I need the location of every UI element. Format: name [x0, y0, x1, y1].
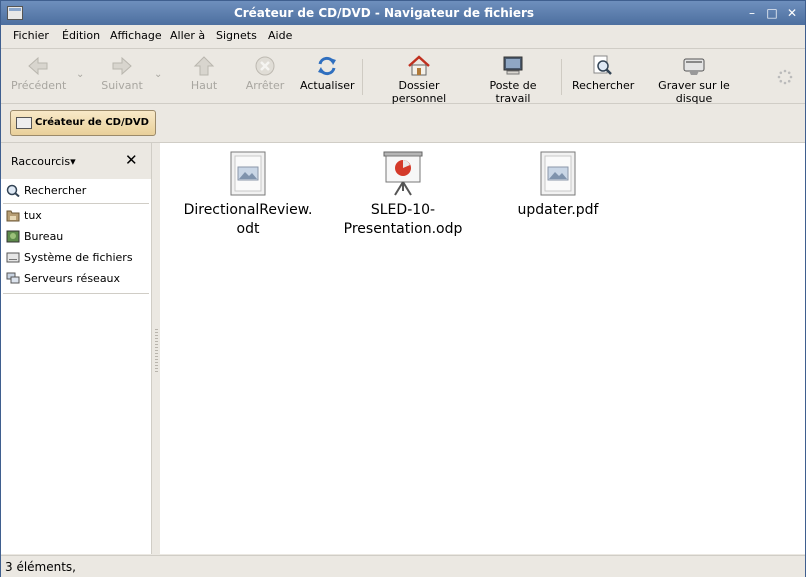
- sidebar-item-label: Système de fichiers: [24, 251, 133, 264]
- sidebar-divider: [3, 293, 149, 294]
- toolbar: Précédent ⌄ Suivant ⌄ Haut Arrêter Actua…: [1, 49, 805, 105]
- search-icon: [591, 55, 615, 77]
- home-folder-icon: [6, 209, 20, 222]
- menu-signets[interactable]: Signets: [216, 29, 257, 42]
- sidebar-item-label: tux: [24, 209, 42, 222]
- home-button[interactable]: Dossier personnel: [373, 55, 465, 105]
- search-button[interactable]: Rechercher: [572, 55, 634, 92]
- document-icon: [228, 151, 268, 197]
- menu-edition[interactable]: Édition: [62, 29, 100, 42]
- home-icon: [407, 55, 431, 77]
- back-arrow-icon: [26, 55, 50, 77]
- side-pane-selector[interactable]: Raccourcis▾: [11, 155, 76, 168]
- cd-burner-icon: [16, 117, 32, 129]
- file-browser-window: Créateur de CD/DVD - Navigateur de fichi…: [0, 0, 806, 577]
- stop-label: Arrêter: [245, 79, 285, 92]
- search-icon: [6, 184, 20, 198]
- computer-icon: [501, 55, 525, 77]
- up-label: Haut: [190, 79, 218, 92]
- close-window-button[interactable]: ✕: [785, 6, 799, 20]
- menu-bar: Fichier Édition Affichage Aller à Signet…: [1, 25, 805, 49]
- status-bar: 3 éléments,: [1, 555, 805, 577]
- sidebar-item-tux[interactable]: tux: [5, 206, 151, 226]
- sidebar-item-label: Rechercher: [24, 184, 87, 197]
- menu-aller-a[interactable]: Aller à: [170, 29, 205, 42]
- location-button-label: Créateur de CD/DVD: [35, 117, 149, 128]
- forward-history-chevron-icon[interactable]: ⌄: [154, 69, 162, 80]
- document-icon: [538, 151, 578, 197]
- burn-disc-button[interactable]: Graver sur le disque: [642, 55, 746, 105]
- status-text: 3 éléments,: [5, 560, 76, 574]
- menu-fichier[interactable]: Fichier: [13, 29, 49, 42]
- sidebar-item-network[interactable]: Serveurs réseaux: [5, 269, 151, 289]
- menu-affichage[interactable]: Affichage: [110, 29, 162, 42]
- stop-icon: [253, 55, 277, 77]
- computer-label: Poste de travail: [489, 79, 537, 105]
- toolbar-separator-2: [561, 59, 562, 95]
- file-item-sled-presentation[interactable]: SLED-10- Presentation.odp: [328, 151, 478, 239]
- back-label: Précédent: [11, 79, 67, 92]
- forward-arrow-icon: [110, 55, 134, 77]
- computer-button[interactable]: Poste de travail: [473, 55, 553, 105]
- sidebar-item-search[interactable]: Rechercher: [5, 181, 151, 201]
- burn-disc-icon: [682, 55, 706, 77]
- reload-icon: [315, 55, 339, 77]
- file-name-line: SLED-10-: [370, 202, 436, 218]
- desktop-icon: [6, 230, 20, 243]
- sidebar-item-label: Bureau: [24, 230, 64, 243]
- title-bar[interactable]: Créateur de CD/DVD - Navigateur de fichi…: [1, 1, 805, 25]
- sidebar-item-filesystem[interactable]: Système de fichiers: [5, 248, 151, 268]
- dropdown-arrow-icon: ▾: [70, 155, 76, 168]
- throbber-icon: [777, 69, 793, 85]
- file-item-directionalreview[interactable]: DirectionalReview. odt: [173, 151, 323, 239]
- forward-button[interactable]: Suivant: [99, 55, 145, 92]
- sidebar-divider: [3, 203, 149, 204]
- drive-icon: [6, 251, 20, 264]
- back-history-chevron-icon[interactable]: ⌄: [76, 69, 84, 80]
- reload-label: Actualiser: [300, 79, 355, 92]
- menu-aide[interactable]: Aide: [268, 29, 292, 42]
- burn-disc-label: Graver sur le disque: [658, 79, 730, 105]
- home-label: Dossier personnel: [391, 79, 447, 105]
- file-item-updater-pdf[interactable]: updater.pdf: [483, 151, 633, 220]
- back-button[interactable]: Précédent: [11, 55, 67, 92]
- location-bar: Créateur de CD/DVD: [1, 104, 805, 143]
- file-name-line: odt: [236, 221, 260, 237]
- sidebar-item-label: Serveurs réseaux: [24, 272, 121, 285]
- close-side-pane-icon[interactable]: ✕: [125, 151, 138, 169]
- maximize-button[interactable]: □: [765, 6, 779, 20]
- side-pane-selector-label: Raccourcis: [11, 155, 71, 168]
- up-button[interactable]: Haut: [185, 55, 223, 92]
- file-name-line: updater.pdf: [517, 202, 599, 218]
- file-name-line: Presentation.odp: [343, 221, 463, 237]
- pane-resize-handle[interactable]: [155, 329, 158, 373]
- search-label: Rechercher: [572, 79, 635, 92]
- file-name-line: DirectionalReview.: [183, 202, 313, 218]
- toolbar-separator: [362, 59, 363, 95]
- minimize-button[interactable]: –: [745, 6, 759, 20]
- side-pane: Raccourcis▾ ✕ Rechercher tux Bureau Syst…: [1, 143, 152, 554]
- reload-button[interactable]: Actualiser: [300, 55, 355, 92]
- side-pane-header: Raccourcis▾ ✕: [1, 143, 151, 179]
- presentation-icon: [383, 151, 423, 197]
- window-title: Créateur de CD/DVD - Navigateur de fichi…: [233, 6, 535, 20]
- up-arrow-icon: [192, 55, 216, 77]
- network-icon: [6, 272, 20, 285]
- forward-label: Suivant: [101, 79, 143, 92]
- icon-view[interactable]: DirectionalReview. odt SLED-10- Presenta…: [160, 143, 805, 554]
- sidebar-item-bureau[interactable]: Bureau: [5, 227, 151, 247]
- stop-button[interactable]: Arrêter: [244, 55, 286, 92]
- location-button-cd-creator[interactable]: Créateur de CD/DVD: [10, 110, 156, 136]
